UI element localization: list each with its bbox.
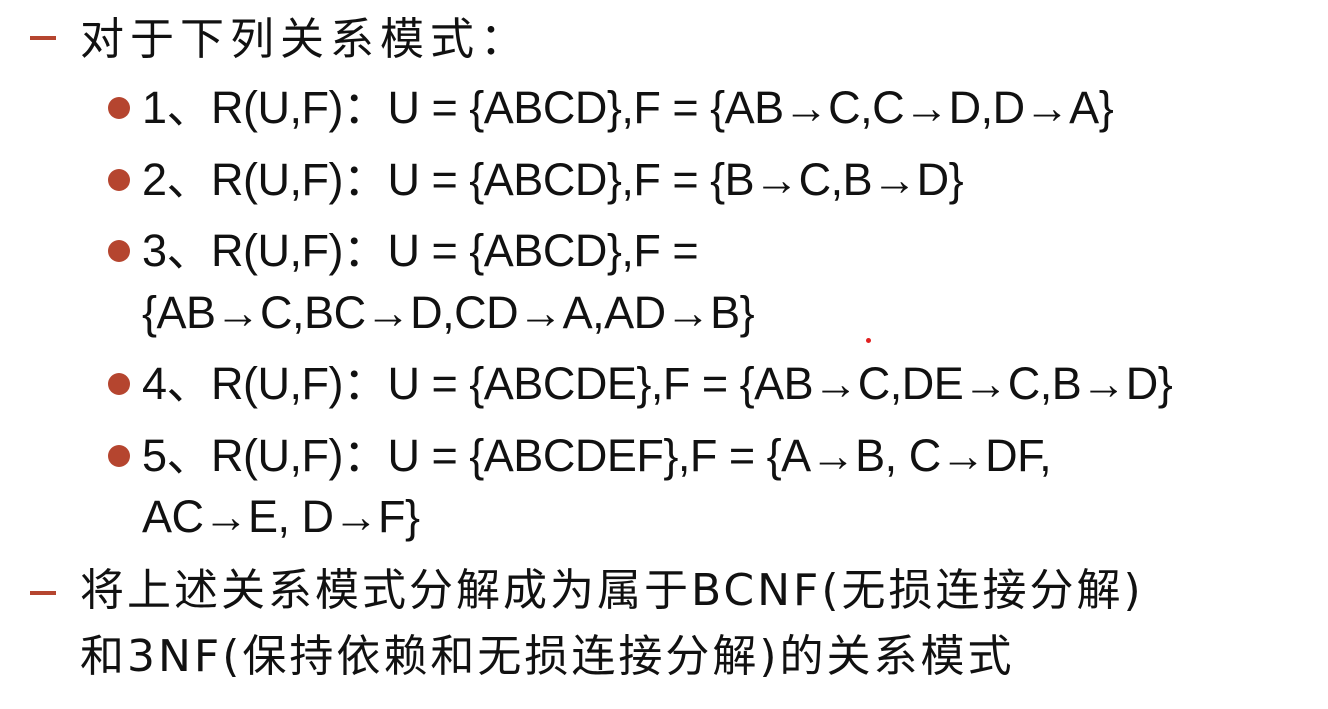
red-dot-mark <box>866 338 871 343</box>
bullet-icon <box>108 445 130 467</box>
item-4: 4、R(U,F)：U = {ABCDE},F = {AB→C,DE→C,B→D} <box>142 358 1173 409</box>
heading-decompose-task-continued: 和3NF(保持依赖和无损连接分解)的关系模式 <box>80 631 1015 682</box>
bullet-icon <box>108 169 130 191</box>
item-3: 3、R(U,F)：U = {ABCD},F = <box>142 225 699 276</box>
dash-marker <box>30 591 56 595</box>
item-3-continued: {AB→C,BC→D,CD→A,AD→B} <box>142 287 755 338</box>
item-5-continued: AC→E, D→F} <box>142 491 420 542</box>
dash-marker <box>30 36 56 40</box>
bullet-icon <box>108 373 130 395</box>
heading-relation-schemas: 对于下列关系模式： <box>80 14 530 65</box>
item-2: 2、R(U,F)：U = {ABCD},F = {B→C,B→D} <box>142 154 964 205</box>
slide: 对于下列关系模式： 1、R(U,F)：U = {ABCD},F = {AB→C,… <box>0 0 1328 709</box>
item-1: 1、R(U,F)：U = {ABCD},F = {AB→C,C→D,D→A} <box>142 82 1114 133</box>
item-5: 5、R(U,F)：U = {ABCDEF},F = {A→B, C→DF, <box>142 430 1052 481</box>
heading-decompose-task: 将上述关系模式分解成为属于BCNF(无损连接分解) <box>80 565 1144 616</box>
bullet-icon <box>108 97 130 119</box>
bullet-icon <box>108 240 130 262</box>
